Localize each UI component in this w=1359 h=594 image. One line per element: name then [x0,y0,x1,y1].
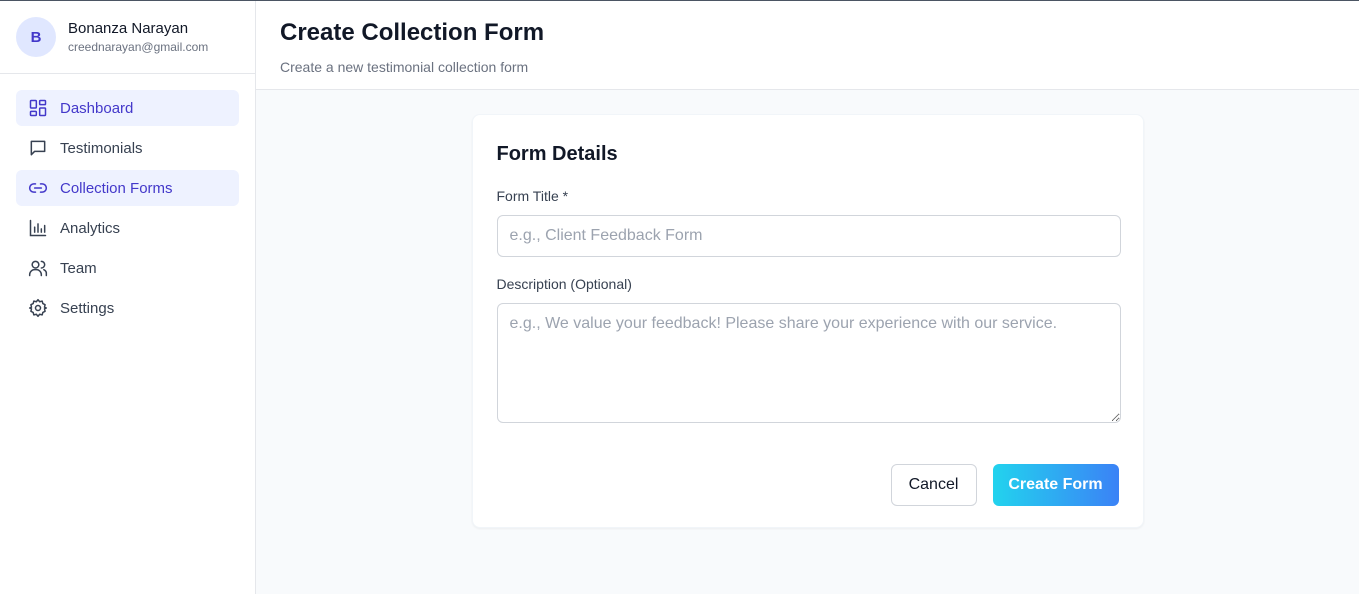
sidebar-item-team[interactable]: Team [16,250,239,286]
page-header: Create Collection Form Create a new test… [256,1,1359,90]
avatar: B [16,17,56,57]
users-icon [28,258,48,278]
cancel-button[interactable]: Cancel [890,464,977,506]
app-root: B Bonanza Narayan creednarayan@gmail.com… [0,1,1359,594]
sidebar-item-label: Dashboard [60,99,134,117]
sidebar-item-testimonials[interactable]: Testimonials [16,130,239,166]
gear-icon [28,298,48,318]
description-textarea[interactable] [496,303,1121,423]
form-title-label: Form Title * [496,188,569,204]
sidebar: B Bonanza Narayan creednarayan@gmail.com… [0,1,256,594]
user-info: Bonanza Narayan creednarayan@gmail.com [68,20,208,55]
message-icon [28,138,48,158]
user-email: creednarayan@gmail.com [68,39,209,54]
sidebar-item-label: Testimonials [60,139,143,157]
sidebar-item-settings[interactable]: Settings [16,290,239,326]
sidebar-item-label: Analytics [60,219,121,237]
page-title: Create Collection Form [280,19,545,46]
sidebar-item-collection-forms[interactable]: Collection Forms [16,170,239,206]
form-card: Form Details Form Title * Description (O… [471,114,1144,528]
dashboard-icon [28,98,48,118]
sidebar-nav: Dashboard Testimonials Collection Forms [0,74,255,346]
page-subtitle: Create a new testimonial collection form [280,59,529,75]
sidebar-item-label: Team [60,259,97,277]
sidebar-item-label: Settings [60,299,115,317]
sidebar-item-analytics[interactable]: Analytics [16,210,239,246]
sidebar-item-dashboard[interactable]: Dashboard [16,90,239,126]
user-profile: B Bonanza Narayan creednarayan@gmail.com [0,1,255,74]
main-content: Create Collection Form Create a new test… [256,1,1359,594]
card-title: Form Details [496,143,618,165]
form-actions: Cancel Create Form [497,464,1119,506]
form-title-input[interactable] [496,215,1121,257]
sidebar-item-label: Collection Forms [60,179,173,197]
link-icon [28,178,48,198]
description-label: Description (Optional) [496,276,632,292]
content-area: Form Details Form Title * Description (O… [256,90,1359,594]
bar-chart-icon [28,218,48,238]
user-name: Bonanza Narayan [68,19,189,37]
create-form-button[interactable]: Create Form [992,464,1119,506]
